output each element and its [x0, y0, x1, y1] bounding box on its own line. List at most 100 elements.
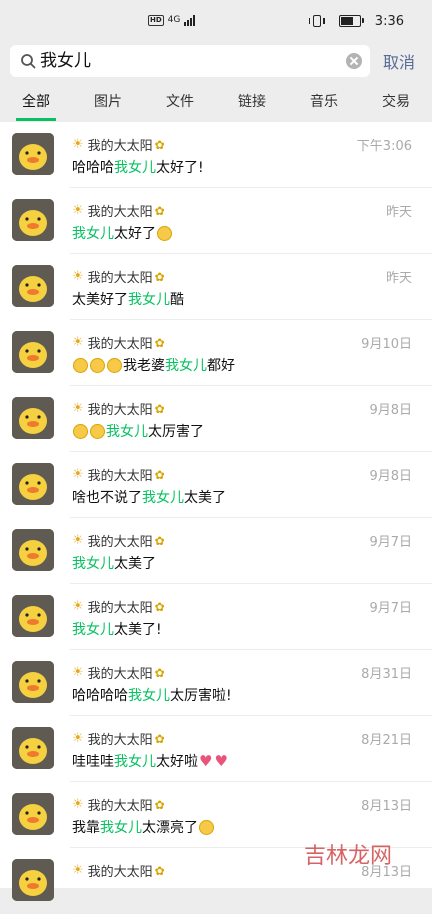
result-row[interactable]: ☀ 我的大太阳 ✿ 9月10日 我老婆 我女儿 都好: [0, 320, 432, 386]
snippet-highlight: 我女儿: [165, 358, 207, 374]
tab-images[interactable]: 图片: [72, 84, 144, 122]
avatar: [12, 595, 54, 637]
message-snippet: 我女儿 太美了!: [72, 619, 162, 639]
message-snippet: 哈哈哈 我女儿 太好了!: [72, 157, 204, 177]
duck-avatar-image: [12, 199, 54, 241]
message-time: 9月7日: [369, 601, 412, 616]
avatar: [12, 133, 54, 175]
search-box[interactable]: [10, 45, 370, 77]
status-right: 3:36: [308, 12, 404, 30]
signal-icon: [184, 14, 196, 26]
result-row[interactable]: ☀ 我的大太阳 ✿ 9月8日 啥也不说了 我女儿 太美了: [0, 452, 432, 518]
duck-avatar-image: [12, 463, 54, 505]
snippet-after: 酷: [170, 292, 184, 308]
snippet-before: 哈哈哈哈: [72, 688, 128, 704]
sun-emoji-icon: ☀: [72, 863, 84, 878]
snippet-before: 我老婆: [123, 358, 165, 374]
duck-avatar-image: [12, 133, 54, 175]
duck-avatar-image: [12, 595, 54, 637]
sun-emoji-icon: ☀: [72, 731, 84, 746]
avatar: [12, 331, 54, 373]
search-input[interactable]: [40, 45, 330, 77]
clear-icon[interactable]: [346, 53, 362, 69]
emoji-icon: [90, 357, 105, 373]
sunflower-emoji-icon: ✿: [154, 467, 165, 482]
emoji-icon: [107, 357, 122, 373]
snippet-before: 太美好了: [72, 292, 128, 308]
duck-avatar-image: [12, 661, 54, 703]
result-row[interactable]: ☀ 我的大太阳 ✿ 8月31日 哈哈哈哈 我女儿 太厉害啦!: [0, 650, 432, 716]
sun-emoji-icon: ☀: [72, 467, 84, 482]
result-row[interactable]: ☀ 我的大太阳 ✿ 9月7日 我女儿 太美了!: [0, 584, 432, 650]
emoji-icon: [90, 423, 105, 439]
tab-music[interactable]: 音乐: [288, 84, 360, 122]
snippet-highlight: 我女儿: [114, 754, 156, 770]
clock: 3:36: [374, 13, 404, 29]
heart-emoji-icon: ♥: [214, 751, 228, 770]
snippet-highlight: 我女儿: [100, 820, 142, 836]
sun-emoji-icon: ☀: [72, 599, 84, 614]
sun-emoji-icon: ☀: [72, 335, 84, 350]
sunflower-emoji-icon: ✿: [154, 533, 165, 548]
sender-label: 我的大太阳: [87, 337, 153, 352]
tab-links[interactable]: 链接: [216, 84, 288, 122]
snippet-before: 哈哈哈: [72, 160, 114, 176]
status-bar: HD 4G 3:36: [0, 0, 432, 40]
snippet-before: 哇哇哇: [72, 754, 114, 770]
sunflower-emoji-icon: ✿: [154, 863, 165, 878]
message-snippet: 哇哇哇 我女儿 太好啦 ♥ ♥: [72, 751, 229, 771]
sunflower-emoji-icon: ✿: [154, 137, 165, 152]
snippet-after: 太漂亮了: [142, 820, 198, 836]
snippet-highlight: 我女儿: [72, 226, 114, 242]
heart-emoji-icon: ♥: [199, 751, 213, 770]
result-row[interactable]: ☀ 我的大太阳 ✿ 昨天 我女儿 太好了: [0, 188, 432, 254]
message-snippet: 哈哈哈哈 我女儿 太厉害啦!: [72, 685, 232, 705]
avatar: [12, 397, 54, 439]
result-row[interactable]: ☀ 我的大太阳 ✿ 9月7日 我女儿 太美了: [0, 518, 432, 584]
message-snippet: 我女儿 太好了: [72, 223, 173, 243]
sunflower-emoji-icon: ✿: [154, 797, 165, 812]
tab-transactions[interactable]: 交易: [360, 84, 432, 122]
sun-emoji-icon: ☀: [72, 533, 84, 548]
result-row[interactable]: ☀ 我的大太阳 ✿ 8月21日 哇哇哇 我女儿 太好啦 ♥ ♥: [0, 716, 432, 782]
avatar: [12, 199, 54, 241]
hd-badge: HD: [148, 14, 164, 26]
message-time: 9月10日: [361, 337, 412, 352]
sender-label: 我的大太阳: [87, 139, 153, 154]
sender-name: ☀ 我的大太阳 ✿: [72, 729, 165, 748]
result-row[interactable]: ☀ 我的大太阳 ✿ 9月8日 我女儿 太厉害了: [0, 386, 432, 452]
result-row[interactable]: ☀ 我的大太阳 ✿ 昨天 太美好了 我女儿 酷: [0, 254, 432, 320]
battery-icon: [338, 15, 364, 27]
emoji-icon: [199, 819, 214, 835]
duck-avatar-image: [12, 727, 54, 769]
sunflower-emoji-icon: ✿: [154, 203, 165, 218]
duck-avatar-image: [12, 793, 54, 835]
sender-name: ☀ 我的大太阳 ✿: [72, 267, 165, 286]
tab-files[interactable]: 文件: [144, 84, 216, 122]
sender-label: 我的大太阳: [87, 535, 153, 550]
sun-emoji-icon: ☀: [72, 203, 84, 218]
sender-name: ☀ 我的大太阳 ✿: [72, 663, 165, 682]
duck-avatar-image: [12, 529, 54, 571]
snippet-before: 我靠: [72, 820, 100, 836]
sender-label: 我的大太阳: [87, 403, 153, 418]
tab-all[interactable]: 全部: [0, 84, 72, 122]
message-time: 9月8日: [369, 469, 412, 484]
sender-label: 我的大太阳: [87, 733, 153, 748]
sun-emoji-icon: ☀: [72, 797, 84, 812]
duck-avatar-image: [12, 265, 54, 307]
sunflower-emoji-icon: ✿: [154, 731, 165, 746]
sunflower-emoji-icon: ✿: [154, 665, 165, 680]
snippet-highlight: 我女儿: [72, 556, 114, 572]
network-type: 4G: [167, 15, 181, 25]
cancel-button[interactable]: 取消: [383, 49, 415, 73]
snippet-after: 太厉害了: [148, 424, 204, 440]
snippet-after: 太好了: [114, 226, 156, 242]
vibrate-icon: [308, 15, 325, 27]
result-row[interactable]: ☀ 我的大太阳 ✿ 下午3:06 哈哈哈 我女儿 太好了!: [0, 122, 432, 188]
sender-name: ☀ 我的大太阳 ✿: [72, 201, 165, 220]
message-time: 9月8日: [369, 403, 412, 418]
sender-name: ☀ 我的大太阳 ✿: [72, 795, 165, 814]
sunflower-emoji-icon: ✿: [154, 599, 165, 614]
avatar: [12, 727, 54, 769]
